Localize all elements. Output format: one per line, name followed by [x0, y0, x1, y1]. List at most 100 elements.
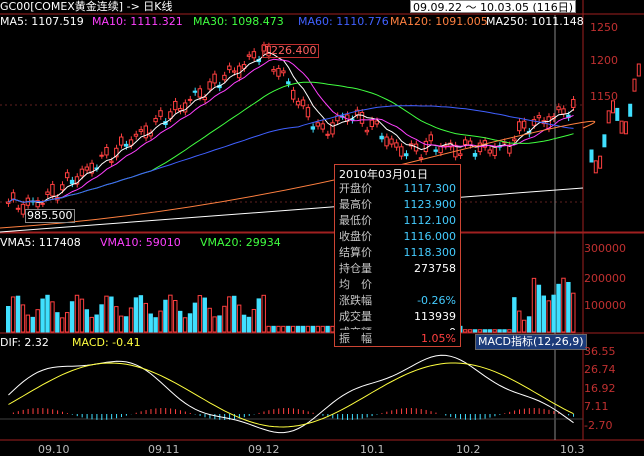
volume-bar: [256, 298, 262, 333]
candle-body: [99, 154, 104, 157]
date-range-field[interactable]: 09.09.22 ～ 10.03.05 (116日): [410, 0, 576, 14]
candle-body: [556, 106, 561, 111]
volume-bar: [74, 294, 80, 333]
candle-body: [84, 166, 90, 171]
volume-bar: [69, 301, 75, 333]
tooltip-key: 涨跌幅: [339, 294, 372, 307]
candle-body: [315, 122, 320, 127]
ma250-label: MA250: 1011.148: [486, 15, 584, 28]
candle-body: [119, 136, 124, 146]
candle-body: [133, 133, 139, 137]
volume-bar: [133, 297, 139, 333]
zoom-candle: [628, 103, 633, 117]
volume-bar: [310, 325, 316, 333]
volume-bar: [232, 295, 237, 333]
volume-bar: [276, 325, 281, 333]
volume-bar: [45, 294, 50, 333]
date-axis-label: 09.11: [148, 443, 180, 456]
volume-bar: [291, 325, 296, 333]
volume-bar: [217, 315, 222, 333]
volume-bar: [241, 314, 247, 333]
ma30-label: MA30: 1098.473: [193, 15, 284, 28]
volume-bar: [94, 314, 99, 333]
candle-body: [512, 138, 517, 142]
tooltip-key: 开盘价: [339, 182, 372, 195]
volume-bar: [521, 319, 527, 333]
candle-body: [428, 134, 434, 142]
volume-bar: [305, 325, 311, 333]
volume-bar: [315, 325, 320, 333]
volume-bar: [109, 296, 114, 333]
candle-body: [232, 70, 237, 73]
chart-title: GC00[COMEX黄金连续] -> 日K线: [0, 0, 173, 13]
candle-body: [458, 153, 463, 156]
date-axis-label: 10.3: [560, 443, 585, 456]
macd-indicator-button[interactable]: MACD指标(12,26,9): [475, 334, 587, 350]
candle-body: [168, 111, 173, 119]
volume-bar: [15, 295, 21, 333]
ma120-label: MA120: 1091.005: [390, 15, 488, 28]
volume-bar: [222, 305, 227, 333]
volume-bar: [40, 298, 45, 333]
volume-bar: [35, 309, 40, 333]
candle-body: [462, 139, 468, 146]
volume-bar: [320, 325, 325, 333]
volume-bar: [148, 313, 153, 333]
volume-bar: [251, 308, 257, 333]
candle-body: [521, 120, 527, 129]
candle-body: [369, 119, 375, 128]
vma5-label: VMA5: 117408: [0, 236, 81, 249]
volume-bar: [123, 316, 129, 333]
zoom-candle: [598, 155, 603, 169]
candle-body: [10, 192, 16, 200]
volume-bar: [551, 294, 556, 333]
dif-label: DIF: 2.32: [0, 336, 49, 349]
volume-bar: [202, 297, 207, 333]
volume-bar: [163, 299, 168, 333]
candle-body: [173, 100, 178, 111]
candle-body: [310, 126, 316, 130]
volume-bar: [153, 317, 158, 333]
volume-bar: [286, 325, 291, 333]
candle-body: [291, 89, 296, 100]
candle-body: [536, 115, 542, 119]
volume-bar: [10, 296, 16, 333]
volume-bar: [128, 307, 134, 333]
candle-body: [305, 107, 311, 118]
volume-bar: [502, 329, 507, 333]
price-axis-label: 1250: [590, 21, 618, 34]
candle-body: [561, 108, 566, 115]
volume-axis-label: 100000: [584, 299, 626, 312]
candle-body: [104, 146, 109, 156]
candle-body: [50, 183, 55, 197]
zoom-candle: [602, 134, 607, 148]
volume-bar: [482, 329, 488, 333]
volume-bar: [492, 329, 497, 333]
volume-bar: [566, 281, 571, 333]
tooltip-value: 1118.300: [403, 246, 457, 259]
candle-body: [384, 136, 389, 147]
ma30-line: [8, 81, 574, 203]
tooltip-key: 最低价: [339, 214, 372, 227]
volume-bar: [281, 325, 286, 333]
candle-body: [477, 142, 483, 153]
tooltip-value: 113939: [414, 310, 456, 323]
tooltip-key: 均 价: [339, 278, 372, 291]
volume-bar: [477, 329, 483, 333]
volume-bar: [177, 310, 183, 333]
volume-bar: [212, 316, 217, 333]
candle-info-tooltip: 2010年03月01日 开盘价 1117.300 最高价 1123.900 最低价 1…: [334, 164, 461, 347]
volume-bar: [507, 329, 512, 333]
tooltip-key: 振 幅: [339, 332, 372, 345]
candle-body: [281, 70, 286, 74]
volume-bar: [25, 314, 31, 333]
tooltip-value: 1116.000: [403, 230, 457, 243]
candle-body: [492, 146, 497, 157]
ma60-label: MA60: 1110.776: [298, 15, 389, 28]
volume-bar: [119, 315, 124, 333]
kline-chart[interactable]: [0, 0, 644, 456]
macd-axis-label: 36.55: [584, 345, 616, 358]
tooltip-value: 273758: [414, 262, 456, 275]
volume-bar: [60, 317, 65, 333]
volume-bar: [571, 292, 576, 333]
